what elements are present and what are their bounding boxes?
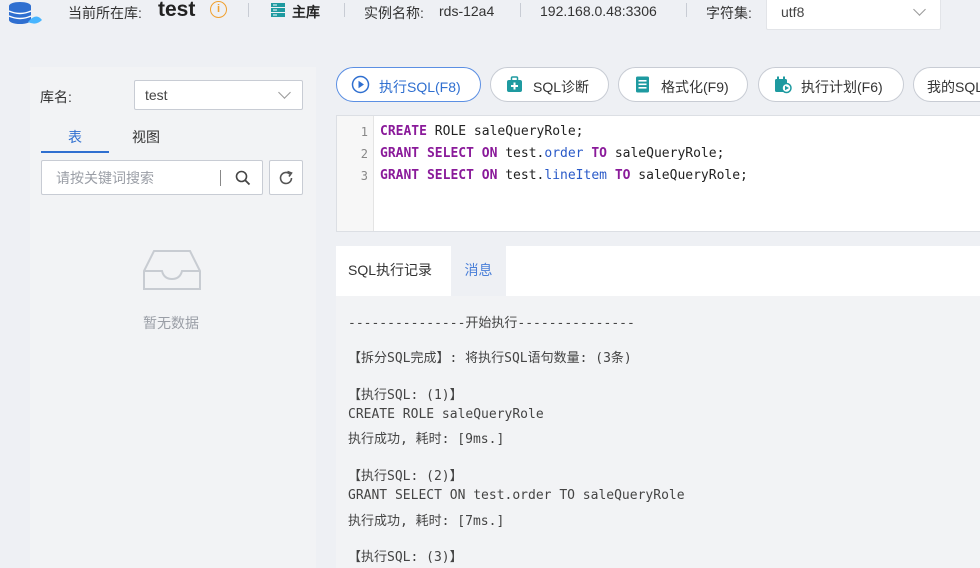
charset-value: utf8 <box>781 4 805 20</box>
execute-sql-button[interactable]: 执行SQL(F8) <box>336 67 481 102</box>
my-sql-label: 我的SQL <box>927 79 980 95</box>
server-icon <box>271 3 285 17</box>
tab-sql-history[interactable]: SQL执行记录 <box>336 246 451 296</box>
execution-plan-label: 执行计划(F6) <box>801 79 883 95</box>
sql-text: test. <box>497 146 545 161</box>
refresh-icon <box>279 170 293 185</box>
message-line: ---------------开始执行--------------- <box>348 316 635 331</box>
message-line: 【执行SQL: (2)】 <box>348 469 463 484</box>
line-number: 1 <box>360 125 368 139</box>
code-line[interactable]: CREATE ROLE saleQueryRole; <box>380 124 584 139</box>
sql-keyword: GRANT SELECT ON <box>380 146 498 161</box>
info-icon[interactable]: i <box>210 1 227 18</box>
instance-address: 192.168.0.48:3306 <box>540 3 657 19</box>
code-line[interactable]: GRANT SELECT ON test.order TO saleQueryR… <box>380 146 724 161</box>
db-select-value: test <box>145 87 168 103</box>
sql-text: test. <box>497 168 545 183</box>
code-line[interactable]: GRANT SELECT ON test.lineItem TO saleQue… <box>380 168 748 183</box>
instance-label: 实例名称: <box>364 5 424 21</box>
tab-views[interactable]: 视图 <box>132 127 160 147</box>
message-line: 【拆分SQL完成】: 将执行SQL语句数量: (3条) <box>348 351 632 366</box>
line-number: 3 <box>360 169 368 183</box>
empty-state-text: 暂无数据 <box>143 315 199 331</box>
search-input[interactable] <box>42 161 220 194</box>
database-logo-icon <box>8 2 42 24</box>
line-number: 2 <box>360 147 368 161</box>
charset-select[interactable]: utf8 <box>766 0 941 30</box>
master-label: 主库 <box>292 4 320 20</box>
sql-keyword: GRANT SELECT ON <box>380 168 498 183</box>
instance-name: rds-12a4 <box>439 3 495 19</box>
divider <box>520 3 521 17</box>
output-tabs: SQL执行记录 消息 <box>336 246 980 296</box>
messages-panel: ---------------开始执行--------------- 【拆分SQ… <box>336 296 980 568</box>
object-browser-panel: 库名: test 表 视图 暂无数据 <box>30 67 316 568</box>
message-line: 【执行SQL: (1)】 <box>348 388 463 403</box>
format-label: 格式化(F9) <box>661 79 729 95</box>
my-sql-button[interactable]: 我的SQL <box>913 67 980 102</box>
sql-text: saleQueryRole; <box>630 168 748 183</box>
divider <box>344 3 345 17</box>
divider <box>248 3 249 17</box>
tab-messages[interactable]: 消息 <box>451 246 506 296</box>
play-icon <box>351 75 370 94</box>
sql-keyword: CREATE <box>380 124 427 139</box>
divider <box>686 3 687 17</box>
sql-keyword: TO <box>614 168 631 183</box>
search-icon[interactable] <box>234 169 252 187</box>
sql-text: ROLE saleQueryRole; <box>426 124 584 139</box>
refresh-button[interactable] <box>269 160 303 195</box>
message-line: 【执行SQL: (3)】 <box>348 550 463 565</box>
sql-identifier: lineItem <box>544 168 607 183</box>
line-number-gutter: 1 2 3 <box>337 116 374 231</box>
sql-diagnose-button[interactable]: SQL诊断 <box>490 67 609 102</box>
execution-plan-button[interactable]: 执行计划(F6) <box>758 67 904 102</box>
message-line: CREATE ROLE saleQueryRole <box>348 407 544 422</box>
message-line: 执行成功, 耗时: [9ms.] <box>348 432 505 447</box>
first-aid-kit-icon <box>507 76 522 92</box>
message-line: GRANT SELECT ON test.order TO saleQueryR… <box>348 488 685 503</box>
search-box <box>41 160 263 195</box>
sql-editor[interactable]: 1 2 3 CREATE ROLE saleQueryRole; GRANT S… <box>336 115 980 232</box>
chevron-down-icon <box>278 86 291 99</box>
tab-tables[interactable]: 表 <box>41 127 109 153</box>
sql-diagnose-label: SQL诊断 <box>533 79 590 95</box>
format-document-icon <box>636 76 649 93</box>
charset-label: 字符集: <box>706 5 752 21</box>
message-line: 执行成功, 耗时: [7ms.] <box>348 514 505 529</box>
top-bar: 当前所在库: test i 主库 实例名称: rds-12a4 192.168.… <box>0 0 980 38</box>
chevron-down-icon <box>913 3 926 16</box>
execute-sql-label: 执行SQL(F8) <box>379 79 461 95</box>
current-db-name: test <box>158 0 196 21</box>
db-select[interactable]: test <box>134 80 303 110</box>
sql-text: saleQueryRole; <box>607 146 725 161</box>
sql-identifier: order <box>544 146 584 161</box>
divider <box>220 170 221 186</box>
db-label: 库名: <box>40 89 72 105</box>
execution-plan-icon <box>775 76 792 94</box>
sql-keyword: TO <box>591 146 607 161</box>
empty-inbox-icon <box>143 250 201 290</box>
current-db-label: 当前所在库: <box>68 5 142 21</box>
format-button[interactable]: 格式化(F9) <box>618 67 748 102</box>
